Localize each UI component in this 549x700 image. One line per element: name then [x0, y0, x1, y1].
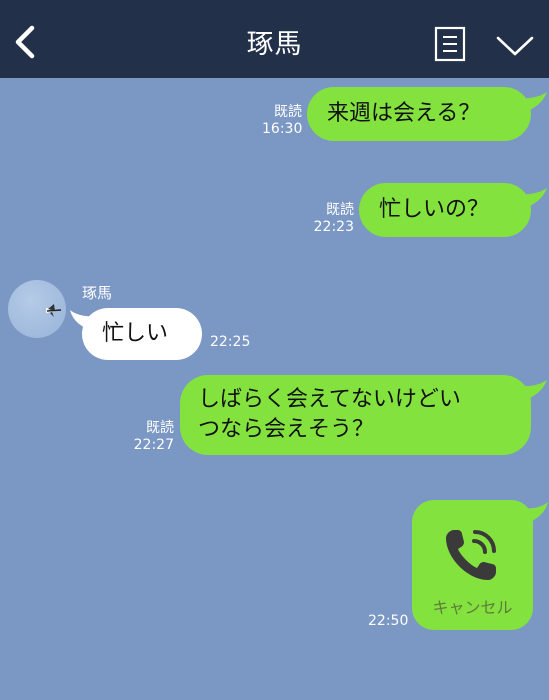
message-time: 22:50 — [368, 613, 409, 629]
phone-icon — [446, 530, 496, 580]
note-menu-button[interactable] — [434, 26, 466, 62]
read-receipt: 既読 — [274, 104, 302, 120]
sender-name: 琢馬 — [82, 284, 113, 302]
message-time: 16:30 — [262, 121, 303, 137]
message-bubble[interactable]: 忙しい — [82, 308, 202, 360]
chat-title: 琢馬 — [246, 29, 303, 60]
dropdown-button[interactable] — [494, 30, 536, 60]
message-bubble[interactable]: 来週は会える？ — [307, 87, 531, 141]
message-text: 忙しいの？ — [379, 197, 490, 222]
message-text: 来週は会える？ — [327, 101, 481, 126]
call-bubble[interactable]: キャンセル — [412, 500, 533, 630]
note-list-icon — [434, 26, 466, 62]
message-meta: 既読 22:27 — [132, 420, 174, 454]
message-text: 忙しい — [102, 321, 169, 346]
read-receipt: 既読 — [146, 420, 174, 436]
message-text-line: つなら会えそう？ — [198, 417, 375, 442]
message-time: 22:23 — [313, 219, 354, 235]
airplane-icon — [46, 304, 62, 317]
message-meta: 既読 22:23 — [312, 202, 354, 236]
message-time: 22:25 — [210, 334, 251, 350]
chevron-down-icon — [496, 36, 534, 56]
message-text-line: しばらく会えてないけどい — [198, 387, 461, 412]
call-status-label: キャンセル — [432, 598, 513, 617]
avatar[interactable] — [8, 280, 66, 338]
message-meta: 既読 16:30 — [262, 104, 302, 138]
chat-header: 琢馬 — [0, 0, 549, 78]
read-receipt: 既読 — [326, 202, 354, 218]
message-bubble[interactable]: しばらく会えてないけどい つなら会えそう？ — [180, 375, 531, 455]
message-time: 22:27 — [133, 437, 174, 453]
message-bubble[interactable]: 忙しいの？ — [359, 183, 531, 237]
